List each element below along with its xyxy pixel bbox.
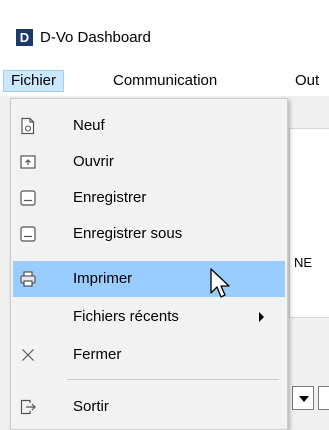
app-logo: D bbox=[16, 29, 33, 46]
menu-bar: Fichier Communication Out bbox=[0, 66, 329, 96]
background-panel bbox=[289, 128, 329, 318]
title-bar: D D-Vo Dashboard bbox=[0, 0, 329, 66]
menu-item-label: Enregistrer sous bbox=[73, 225, 183, 242]
menu-item-label: Enregistrer bbox=[73, 189, 147, 206]
menu-item-label: Neuf bbox=[73, 117, 105, 134]
menu-item-fichiers-recents[interactable]: Fichiers récents bbox=[13, 299, 285, 335]
menu-item-sortir[interactable]: Sortir bbox=[13, 389, 285, 425]
menu-item-enregistrer[interactable]: Enregistrer bbox=[13, 180, 285, 216]
menu-communication[interactable]: Communication bbox=[106, 70, 224, 92]
background-field[interactable] bbox=[318, 386, 329, 410]
menu-item-imprimer[interactable]: Imprimer bbox=[13, 261, 285, 297]
mouse-pointer-icon bbox=[210, 268, 234, 304]
menu-separator bbox=[67, 379, 279, 380]
menu-item-fermer[interactable]: Fermer bbox=[13, 337, 285, 373]
save-icon bbox=[19, 189, 37, 207]
close-icon bbox=[19, 346, 37, 364]
menu-item-label: Fichiers récents bbox=[73, 308, 179, 325]
menu-item-label: Fermer bbox=[73, 346, 122, 363]
menu-item-label: Ouvrir bbox=[73, 153, 114, 170]
submenu-arrow-icon bbox=[259, 312, 264, 322]
save-as-icon bbox=[19, 225, 37, 243]
menu-outils[interactable]: Out bbox=[288, 70, 326, 92]
menu-item-label: Sortir bbox=[73, 398, 109, 415]
background-combo-arrow[interactable] bbox=[292, 386, 314, 410]
menu-fichier[interactable]: Fichier bbox=[3, 70, 65, 92]
menu-item-label: Imprimer bbox=[73, 270, 133, 287]
menu-item-ouvrir[interactable]: Ouvrir bbox=[13, 144, 285, 180]
exit-icon bbox=[19, 398, 37, 416]
print-icon bbox=[19, 270, 37, 288]
file-menu-dropdown: Neuf Ouvrir Enregistrer Enregistrer sous bbox=[10, 98, 288, 430]
background-partial-text: NE bbox=[294, 255, 313, 270]
menu-item-neuf[interactable]: Neuf bbox=[13, 108, 285, 144]
menu-item-enregistrer-sous[interactable]: Enregistrer sous bbox=[13, 216, 285, 252]
open-icon bbox=[19, 153, 37, 171]
window-title: D-Vo Dashboard bbox=[40, 29, 151, 46]
new-file-icon bbox=[19, 117, 37, 135]
